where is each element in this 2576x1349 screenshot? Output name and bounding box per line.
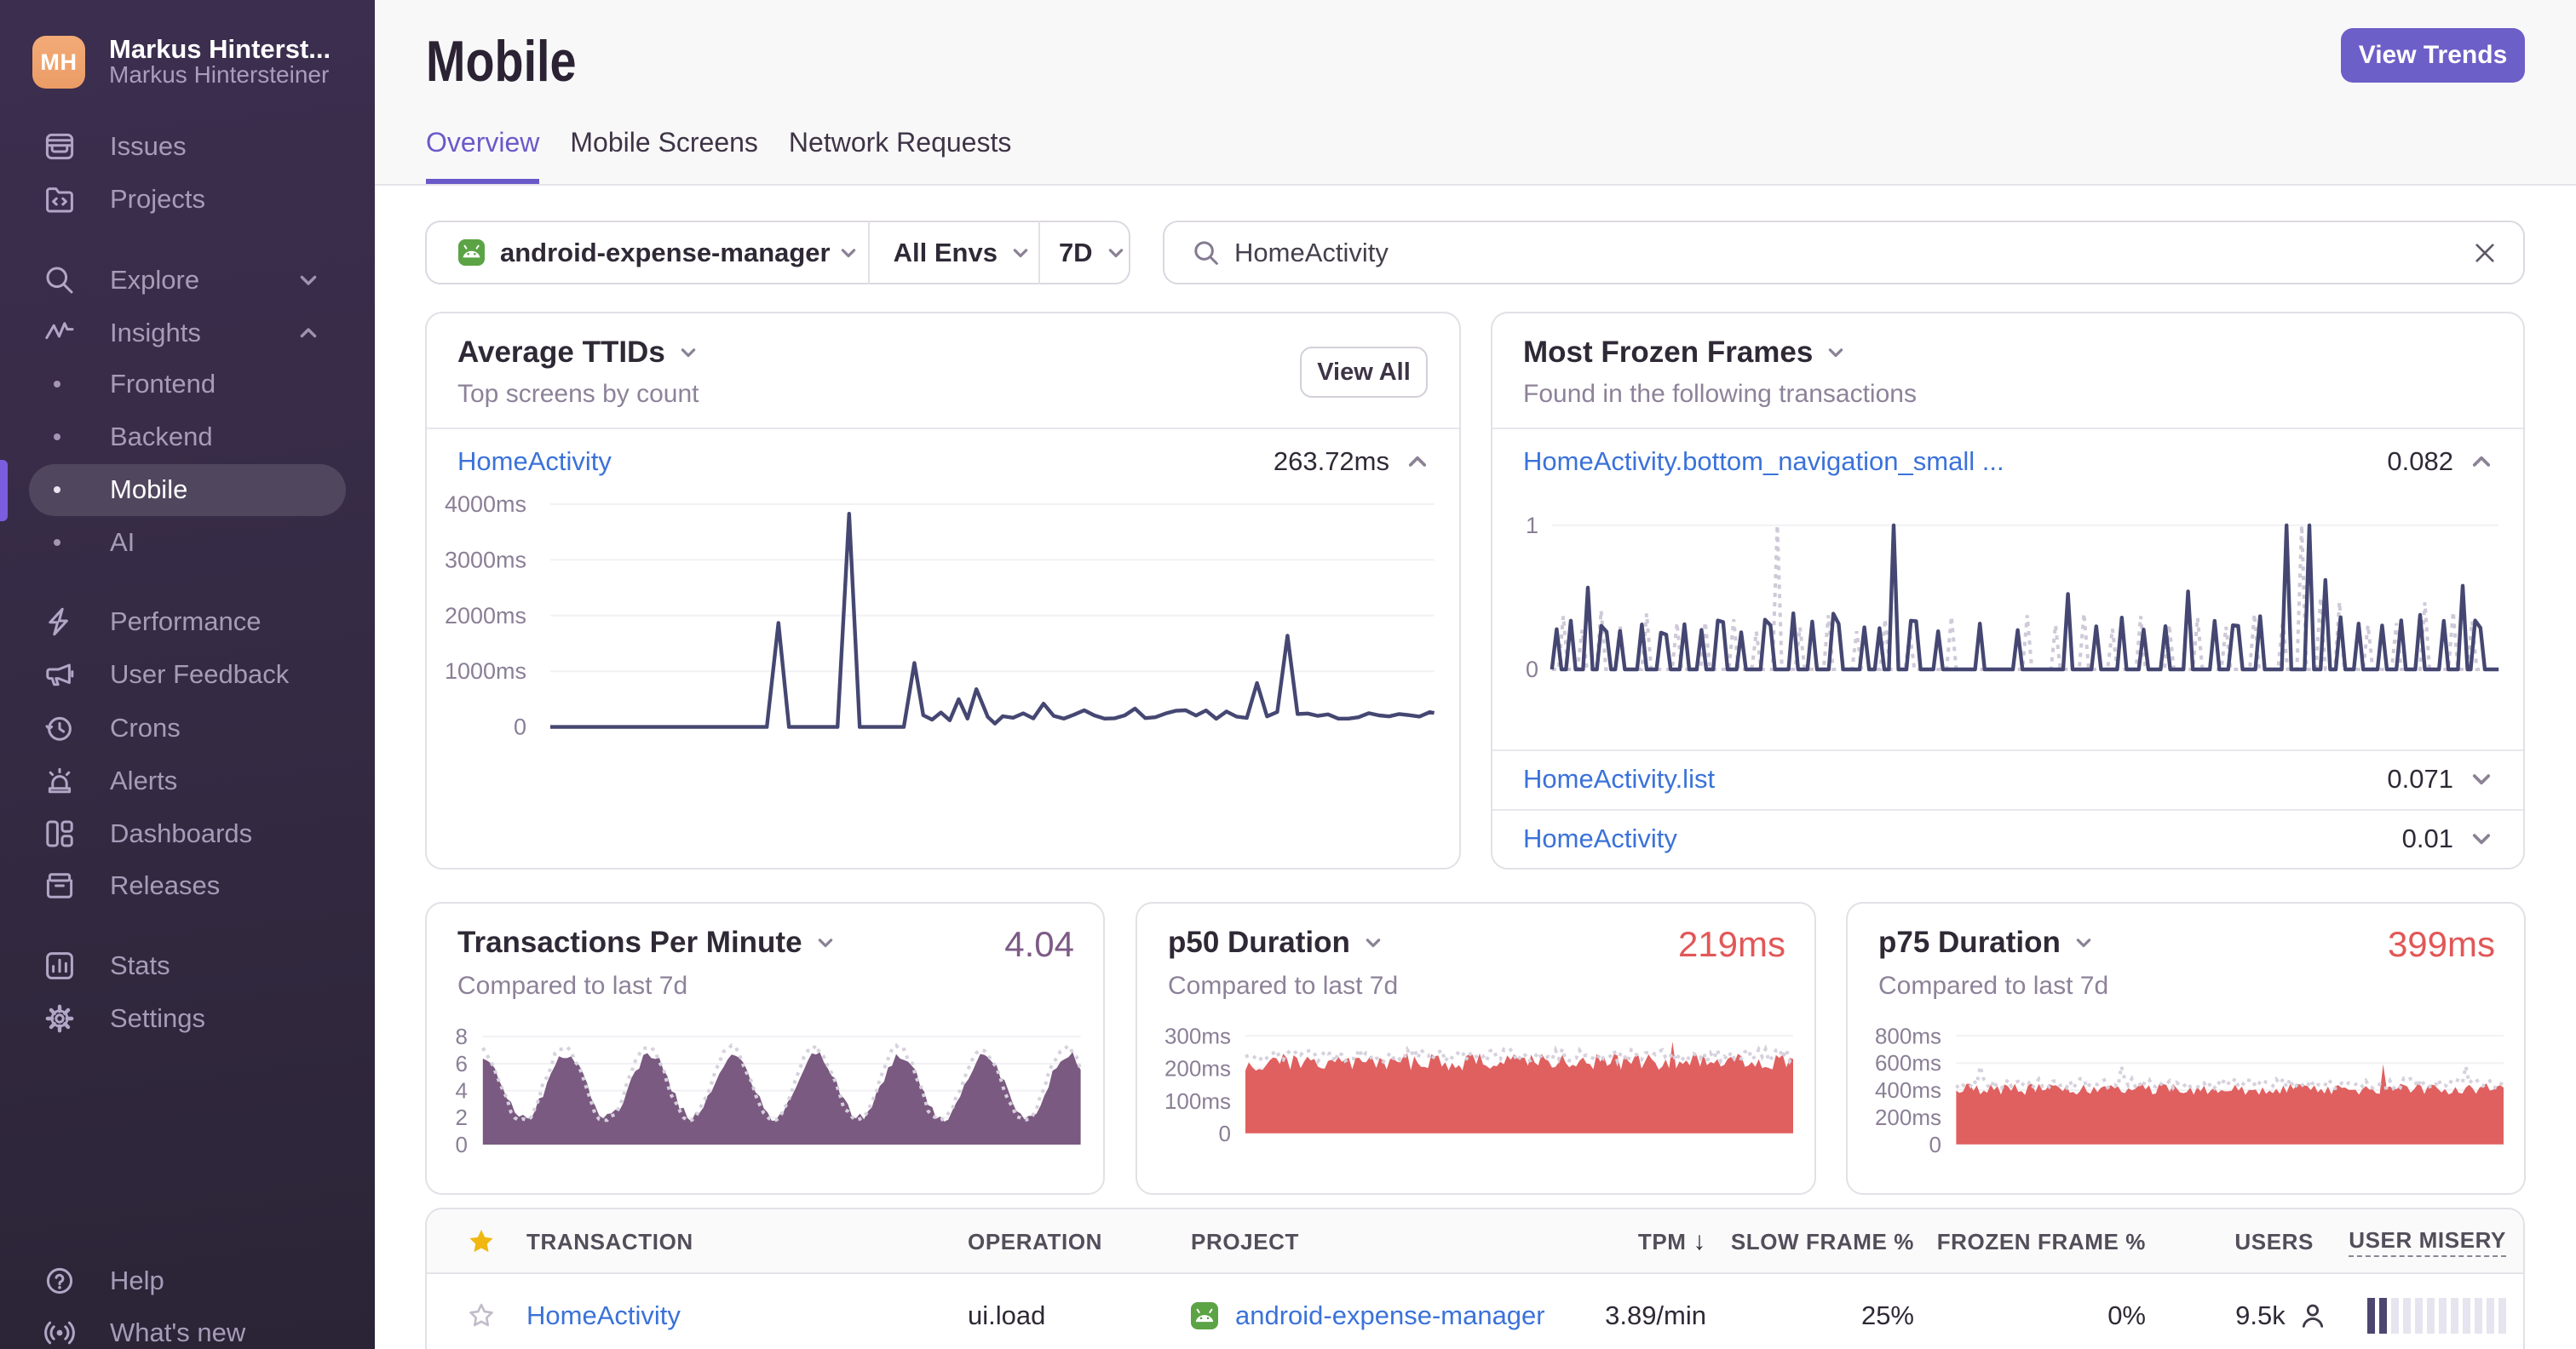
svg-text:2000ms: 2000ms bbox=[445, 603, 526, 629]
svg-text:200ms: 200ms bbox=[1164, 1056, 1231, 1082]
svg-text:6: 6 bbox=[456, 1051, 468, 1076]
svg-text:0: 0 bbox=[456, 1132, 468, 1157]
svg-text:100ms: 100ms bbox=[1164, 1088, 1231, 1114]
svg-text:2: 2 bbox=[456, 1105, 468, 1130]
svg-text:0: 0 bbox=[1929, 1132, 1941, 1157]
svg-text:4: 4 bbox=[456, 1078, 468, 1104]
svg-text:3000ms: 3000ms bbox=[445, 547, 526, 572]
svg-text:0: 0 bbox=[1219, 1121, 1231, 1146]
svg-text:200ms: 200ms bbox=[1875, 1105, 1941, 1130]
svg-text:300ms: 300ms bbox=[1164, 1023, 1231, 1048]
svg-text:0: 0 bbox=[514, 715, 526, 740]
svg-text:400ms: 400ms bbox=[1875, 1077, 1941, 1103]
svg-text:1000ms: 1000ms bbox=[445, 658, 526, 684]
svg-text:8: 8 bbox=[456, 1024, 468, 1049]
svg-text:800ms: 800ms bbox=[1875, 1023, 1941, 1048]
svg-text:1: 1 bbox=[1526, 513, 1538, 538]
svg-text:600ms: 600ms bbox=[1875, 1050, 1941, 1076]
svg-text:0: 0 bbox=[1526, 657, 1538, 682]
